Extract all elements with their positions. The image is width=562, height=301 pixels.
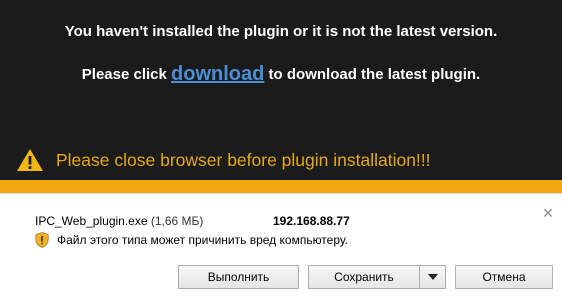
shield-warning-icon (35, 232, 49, 248)
install-warning: Please close browser before plugin insta… (16, 148, 431, 172)
plugin-status-message: You haven't installed the plugin or it i… (64, 23, 498, 40)
file-size: (1,66 МБ) (150, 214, 204, 228)
download-link[interactable]: download (171, 63, 264, 85)
chevron-down-icon (427, 274, 438, 280)
download-instruction: Please click download to download the la… (0, 62, 562, 85)
cancel-button[interactable]: Отмена (455, 265, 553, 289)
download-instruction-prefix: Please click (81, 66, 167, 83)
run-button[interactable]: Выполнить (178, 265, 299, 289)
risk-warning-text: Файл этого типа может причинить вред ком… (57, 233, 349, 247)
save-options-button[interactable] (420, 265, 446, 289)
plugin-notice-panel: You haven't installed the plugin or it i… (0, 0, 562, 180)
close-icon[interactable]: ✕ (541, 206, 555, 220)
save-button[interactable]: Сохранить (308, 265, 420, 289)
install-warning-text: Please close browser before plugin insta… (56, 149, 431, 170)
download-instruction-suffix: to download the latest plugin. (268, 66, 481, 83)
file-name: IPC_Web_plugin.exe (35, 214, 148, 228)
download-host: 192.168.88.77 (273, 214, 350, 228)
risk-warning: Файл этого типа может причинить вред ком… (35, 232, 348, 248)
download-notification-bar: IPC_Web_plugin.exe (1,66 МБ) 192.168.88.… (0, 193, 562, 301)
warning-triangle-icon (17, 149, 43, 171)
file-info: IPC_Web_plugin.exe (1,66 МБ) (35, 214, 203, 228)
accent-bar (0, 180, 562, 193)
